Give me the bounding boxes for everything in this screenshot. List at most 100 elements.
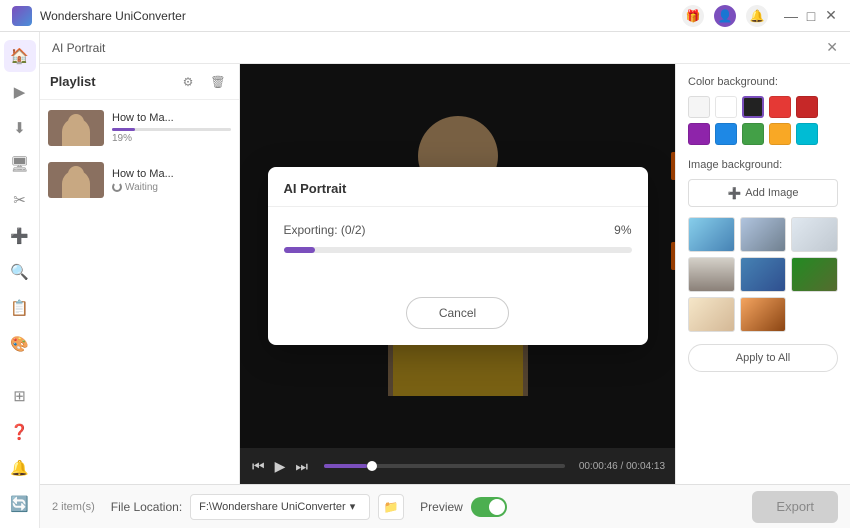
color-swatch-green[interactable]: [742, 123, 764, 145]
sidebar-item-edit[interactable]: ✂: [4, 184, 36, 216]
sidebar-item-grid[interactable]: ⊞: [4, 380, 36, 412]
app-body: 🏠 ▶ ⬇ 🖥 ✂ ➕ 🔍 📋 🎨 ⊞ ❓ 🔔 🔄 AI Portrait ✕ …: [0, 32, 850, 528]
color-swatch-yellow[interactable]: [769, 123, 791, 145]
bg-thumb-1[interactable]: [688, 217, 735, 252]
file-browse-button[interactable]: 📁: [378, 494, 404, 520]
prev-frame-button[interactable]: ⏮: [250, 456, 267, 477]
modal-cancel-button[interactable]: Cancel: [406, 297, 509, 329]
color-swatch-cyan[interactable]: [796, 123, 818, 145]
file-location-input[interactable]: F:\Wondershare UniConverter ▾: [190, 494, 370, 520]
modal-status-row: Exporting: (0/2) 9%: [284, 223, 632, 237]
panel-close-button[interactable]: ✕: [826, 39, 838, 56]
video-progress-fill: [324, 464, 367, 468]
item-name-2: How to Ma...: [112, 168, 231, 180]
modal-progress-track: [284, 247, 632, 253]
content-area: AI Portrait ✕ Playlist ⚙ 🗑: [40, 32, 850, 528]
color-swatch-light-gray[interactable]: [688, 96, 710, 118]
list-item[interactable]: How to Ma... Waiting: [44, 156, 235, 204]
bg-thumb-7[interactable]: [688, 297, 735, 332]
modal-body: Exporting: (0/2) 9%: [268, 207, 648, 289]
play-button[interactable]: ▶: [273, 456, 288, 477]
preview-label: Preview: [420, 500, 463, 514]
sidebar-item-download[interactable]: ⬇: [4, 112, 36, 144]
item-info-2: How to Ma... Waiting: [112, 168, 231, 193]
preview-toggle[interactable]: [471, 497, 507, 517]
title-bar: Wondershare UniConverter 🎁 👤 🔔 — □ ✕: [0, 0, 850, 32]
user-icon[interactable]: 👤: [714, 5, 736, 27]
modal-progress-fill: [284, 247, 315, 253]
work-area: Playlist ⚙ 🗑 How to Ma...: [40, 64, 850, 484]
bell-icon[interactable]: 🔔: [746, 5, 768, 27]
gift-icon[interactable]: 🎁: [682, 5, 704, 27]
modal-overlay: AI Portrait Exporting: (0/2) 9%: [240, 64, 675, 448]
color-swatch-black[interactable]: [742, 96, 764, 118]
video-preview: AI Portrait Exporting: (0/2) 9%: [240, 64, 675, 484]
progress-track-1: [112, 128, 231, 131]
bg-thumb-6[interactable]: [791, 257, 838, 292]
sidebar-item-home[interactable]: 🏠: [4, 40, 36, 72]
add-image-button[interactable]: ➕ Add Image: [688, 179, 838, 207]
bottom-bar: 2 item(s) File Location: F:\Wondershare …: [40, 484, 850, 528]
bg-thumb-2[interactable]: [740, 217, 787, 252]
video-controls: ⏮ ▶ ⏭ 00:00:46 / 00:04:13: [240, 448, 675, 484]
bg-thumb-5[interactable]: [740, 257, 787, 292]
color-swatches: [688, 96, 838, 145]
color-swatch-red[interactable]: [769, 96, 791, 118]
color-panel: Color background: Image background: ➕: [675, 64, 850, 484]
nav-sidebar: 🏠 ▶ ⬇ 🖥 ✂ ➕ 🔍 📋 🎨 ⊞ ❓ 🔔 🔄: [0, 32, 40, 528]
chevron-down-icon: ▾: [350, 500, 356, 513]
sidebar-item-screen[interactable]: 🖥: [4, 148, 36, 180]
sidebar-item-toolkit[interactable]: 📋: [4, 292, 36, 324]
video-progress-handle[interactable]: [367, 461, 377, 471]
apply-all-button[interactable]: Apply to All: [688, 344, 838, 372]
spinner-icon: [112, 182, 122, 192]
sidebar-item-merge[interactable]: ➕: [4, 220, 36, 252]
sidebar-item-search[interactable]: 🔍: [4, 256, 36, 288]
color-swatch-blue[interactable]: [715, 123, 737, 145]
color-swatch-white[interactable]: [715, 96, 737, 118]
playlist-delete-button[interactable]: 🗑: [207, 71, 229, 93]
sidebar-item-refresh[interactable]: 🔄: [4, 488, 36, 520]
bg-thumb-4[interactable]: [688, 257, 735, 292]
modal-title: AI Portrait: [284, 181, 632, 196]
list-item[interactable]: How to Ma... 19%: [44, 104, 235, 152]
modal-dialog: AI Portrait Exporting: (0/2) 9%: [268, 167, 648, 345]
image-bg-section-title: Image background:: [688, 159, 838, 171]
video-canvas: AI Portrait Exporting: (0/2) 9%: [240, 64, 675, 448]
window-controls: — □ ✕: [784, 9, 838, 23]
modal-header: AI Portrait: [268, 167, 648, 207]
toggle-knob: [489, 499, 505, 515]
sidebar-item-convert[interactable]: ▶: [4, 76, 36, 108]
color-swatch-purple[interactable]: [688, 123, 710, 145]
progress-percent-1: 19%: [112, 133, 231, 144]
title-bar-icons: 🎁 👤 🔔: [682, 5, 768, 27]
progress-wrapper-1: 19%: [112, 128, 231, 144]
items-count: 2 item(s): [52, 501, 95, 513]
sidebar-item-help[interactable]: ❓: [4, 416, 36, 448]
panel-title: AI Portrait: [52, 41, 105, 55]
close-window-button[interactable]: ✕: [824, 9, 838, 23]
thumbnail-2: [48, 162, 104, 198]
progress-fill-1: [112, 128, 135, 131]
bg-thumb-3[interactable]: [791, 217, 838, 252]
playlist-title: Playlist: [50, 74, 169, 89]
video-time-display: 00:00:46 / 00:04:13: [579, 461, 665, 472]
playlist-panel: Playlist ⚙ 🗑 How to Ma...: [40, 64, 240, 484]
plus-icon: ➕: [728, 187, 742, 200]
sidebar-item-ai[interactable]: 🎨: [4, 328, 36, 360]
item-info-1: How to Ma... 19%: [112, 112, 231, 144]
video-progress-bar[interactable]: [324, 464, 565, 468]
maximize-button[interactable]: □: [804, 9, 818, 23]
app-title: Wondershare UniConverter: [40, 9, 682, 23]
panel-header: AI Portrait ✕: [40, 32, 850, 64]
thumbnail-1: [48, 110, 104, 146]
color-swatch-dark-red[interactable]: [796, 96, 818, 118]
bg-thumb-8[interactable]: [740, 297, 787, 332]
playlist-settings-button[interactable]: ⚙: [177, 71, 199, 93]
status-waiting-2: Waiting: [112, 182, 231, 193]
color-bg-section-title: Color background:: [688, 76, 838, 88]
minimize-button[interactable]: —: [784, 9, 798, 23]
next-frame-button[interactable]: ⏭: [293, 456, 310, 477]
export-button[interactable]: Export: [752, 491, 838, 523]
sidebar-item-bell[interactable]: 🔔: [4, 452, 36, 484]
